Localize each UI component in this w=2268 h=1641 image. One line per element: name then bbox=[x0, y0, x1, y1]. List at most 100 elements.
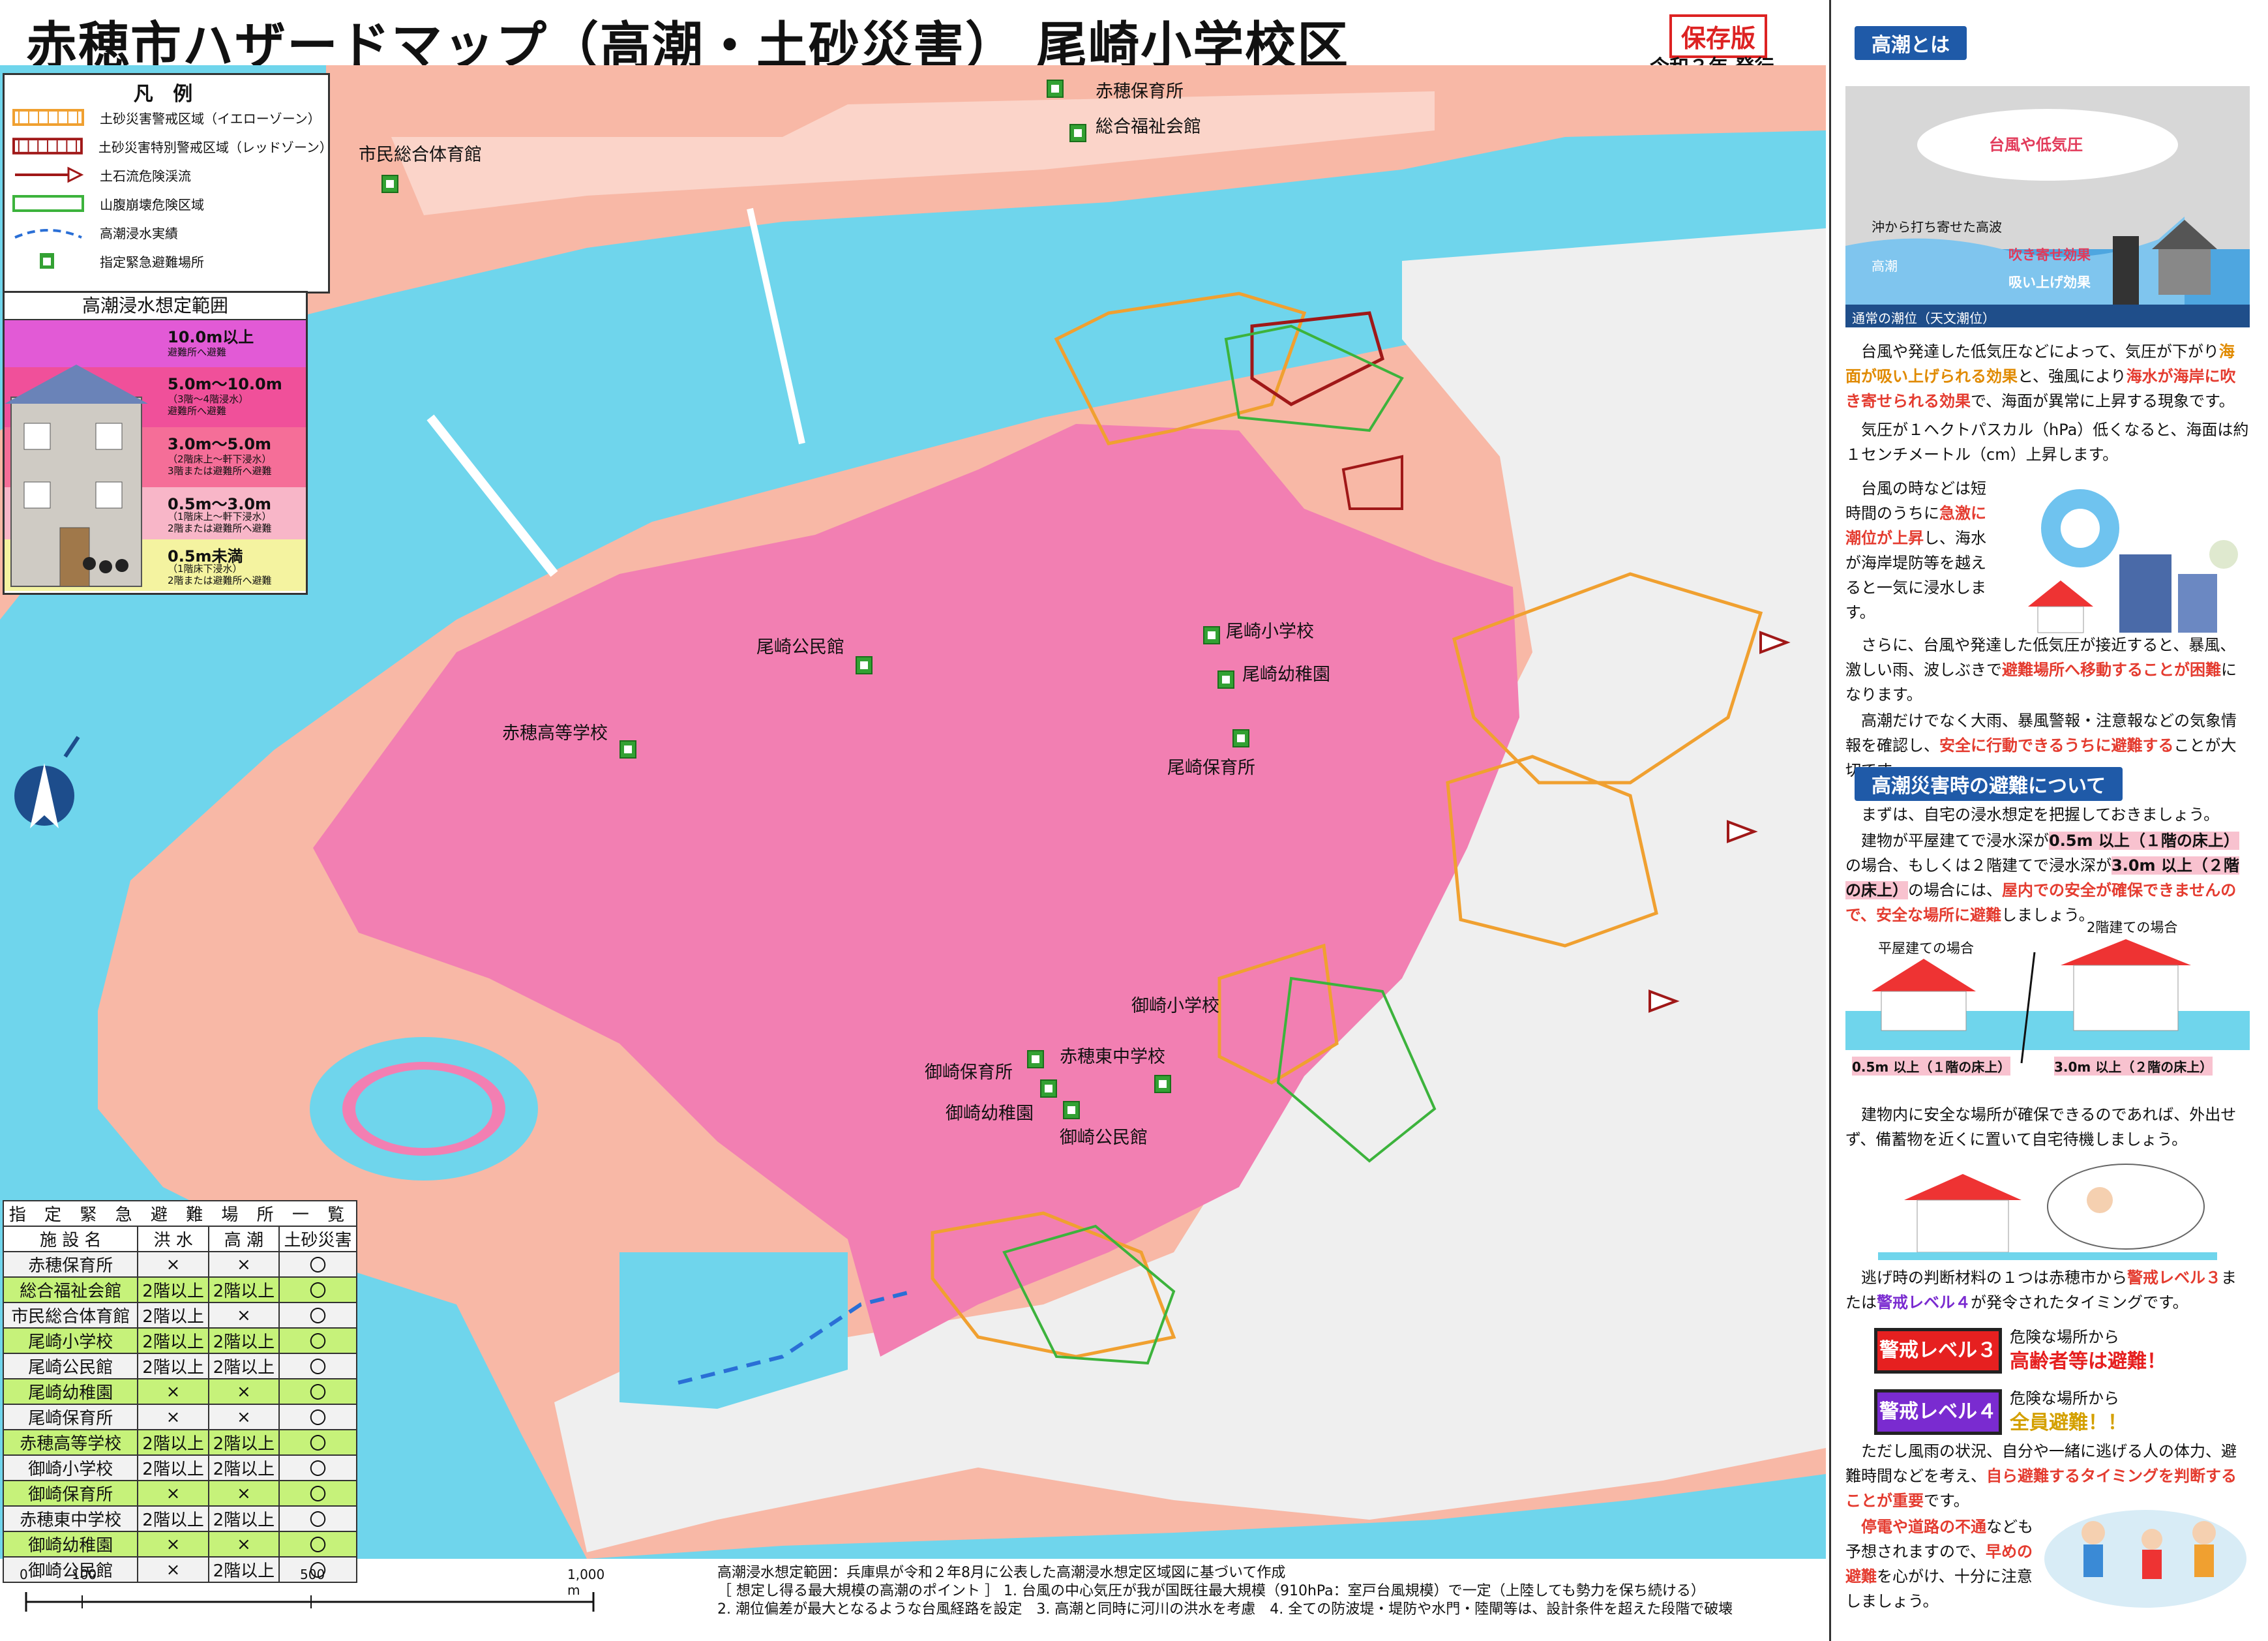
paragraph-pressure: 気圧が１ヘクトパスカル（hPa）低くなると、海面は約１センチメートル（cm）上昇… bbox=[1845, 421, 2249, 464]
col-flood: 洪 水 bbox=[137, 1226, 209, 1252]
cell-flood: 2階以上 bbox=[137, 1429, 209, 1456]
cell-name: 総合福祉会館 bbox=[2, 1276, 139, 1303]
cell-name: 赤穂東中学校 bbox=[2, 1505, 139, 1532]
cell-surge: × bbox=[207, 1378, 280, 1405]
cell-landslide: 〇 bbox=[278, 1505, 357, 1532]
cell-name: 市民総合体育館 bbox=[2, 1302, 139, 1329]
shelter-icon bbox=[619, 740, 636, 759]
label-ako-nursery: 赤穂保育所 bbox=[1096, 82, 1184, 102]
cell-flood: × bbox=[137, 1480, 209, 1507]
cell-name: 尾崎保育所 bbox=[2, 1404, 139, 1430]
shelter-icon bbox=[1040, 1079, 1057, 1098]
col-facility: 施 設 名 bbox=[2, 1226, 139, 1252]
table-row: 御崎小学校 2階以上 2階以上〇 bbox=[2, 1454, 357, 1481]
alert-level-3-l1: 危険な場所から bbox=[2010, 1328, 2119, 1346]
cell-name: 尾崎公民館 bbox=[2, 1353, 139, 1379]
cell-surge: × bbox=[207, 1480, 280, 1507]
cell-flood: 2階以上 bbox=[137, 1353, 209, 1379]
paragraph-know-depth: まずは、自宅の浸水想定を把握しておきましょう。 bbox=[1861, 805, 2220, 824]
label-ozaki-kindergarten: 尾崎幼稚園 bbox=[1242, 665, 1330, 685]
cell-flood: × bbox=[137, 1251, 209, 1278]
typhoon-illustration bbox=[2028, 489, 2238, 633]
note-line: 高潮浸水想定範囲：兵庫県が令和２年8月に公表した高潮浸水想定区域図に基づいて作成 bbox=[717, 1565, 1286, 1581]
shelter-icon bbox=[1047, 80, 1064, 98]
cell-flood: × bbox=[137, 1404, 209, 1430]
cell-name: 御崎幼稚園 bbox=[2, 1531, 139, 1558]
panel-divider bbox=[1829, 0, 1831, 1641]
inundation-title: 高潮浸水想定範囲 bbox=[5, 293, 306, 320]
cell-landslide: 〇 bbox=[278, 1378, 357, 1405]
cell-surge: × bbox=[207, 1531, 280, 1558]
cell-flood: 2階以上 bbox=[137, 1505, 209, 1532]
table-row: 尾崎保育所 × × 〇 bbox=[2, 1404, 357, 1430]
shelter-table: 指 定 緊 急 避 難 場 所 一 覧 施 設 名 洪 水 高 潮 土砂災害 赤… bbox=[2, 1200, 357, 1583]
legend-item-debris-flow: 土石流危険渓流 bbox=[12, 162, 191, 187]
cell-flood: 2階以上 bbox=[137, 1302, 209, 1329]
table-row: 尾崎公民館 2階以上 2階以上〇 bbox=[2, 1353, 357, 1379]
cell-surge: 2階以上 bbox=[207, 1454, 280, 1481]
label-ako-high: 赤穂高等学校 bbox=[502, 723, 608, 744]
paragraph-alert-levels: 逃げ時の判断材料の１つは赤穂市から警戒レベル３または警戒レベル４が発令されたタイ… bbox=[1845, 1269, 2237, 1312]
legend-item-yellow-zone: 土砂災害警戒区域（イエローゾーン） bbox=[12, 105, 321, 130]
table-row: 尾崎小学校 2階以上 2階以上〇 bbox=[2, 1327, 357, 1354]
scale-bar: 0 100 500 1,000 m bbox=[20, 1563, 606, 1634]
shelter-table-title: 指 定 緊 急 避 難 場 所 一 覧 bbox=[3, 1200, 357, 1227]
paragraph-evacuation-difficult: さらに、台風や発達した低気圧が接近すると、暴風、激しい雨、波しぶきで避難場所へ移… bbox=[1845, 636, 2237, 704]
label-ako-east-junior: 赤穂東中学校 bbox=[1060, 1047, 1165, 1067]
shelter-icon bbox=[1027, 1050, 1044, 1068]
scale-tick-100: 100 bbox=[72, 1567, 97, 1582]
cell-surge: × bbox=[207, 1302, 280, 1329]
alert-level-4-badge: 警戒レベル４ bbox=[1874, 1389, 2002, 1435]
paragraph-depth-criteria: 建物が平屋建てで浸水深が0.5m 以上（１階の床上）の場合、もしくは２階建てで浸… bbox=[1845, 832, 2239, 924]
heading-evacuation: 高潮災害時の避難について bbox=[1855, 767, 2123, 801]
cell-landslide: 〇 bbox=[278, 1353, 357, 1379]
shelter-icon bbox=[1069, 124, 1086, 142]
shelter-icon bbox=[1232, 729, 1249, 747]
table-row: 御崎保育所 × × 〇 bbox=[2, 1480, 357, 1507]
shelter-icon bbox=[1217, 670, 1234, 689]
note-line: ［ 想定し得る最大規模の高潮のポイント ］ 1. 台風の中心気圧が我が国既往最大… bbox=[717, 1583, 1705, 1599]
cell-name: 赤穂高等学校 bbox=[2, 1429, 139, 1456]
shelter-icon bbox=[1203, 626, 1220, 644]
table-row: 赤穂高等学校 2階以上 2階以上〇 bbox=[2, 1429, 357, 1456]
paragraph-surge-definition: 台風や発達した低気圧などによって、気圧が下がり海面が吸い上げられる効果と、強風に… bbox=[1845, 342, 2236, 410]
house-icon bbox=[5, 365, 148, 587]
table-row: 赤穂保育所 × × 〇 bbox=[2, 1251, 357, 1278]
cell-name: 赤穂保育所 bbox=[2, 1251, 139, 1278]
cell-landslide: 〇 bbox=[278, 1429, 357, 1456]
cell-name: 尾崎小学校 bbox=[2, 1327, 139, 1354]
heading-what-is-surge: 高潮とは bbox=[1855, 26, 1967, 60]
paragraph-early-evacuation: 停電や道路の不通なども予想されますので、早めの避難を心がけ、十分に注意しましょう… bbox=[1845, 1518, 2033, 1610]
scale-tick-1000: 1,000 m bbox=[567, 1567, 605, 1598]
alert-level-3-l2: 高齢者等は避難！ bbox=[2010, 1350, 2166, 1373]
scale-tick-500: 500 bbox=[300, 1567, 325, 1582]
legend-item-red-zone: 土砂災害特別警戒区域（レッドゾーン） bbox=[12, 134, 333, 158]
cell-flood: 2階以上 bbox=[137, 1276, 209, 1303]
cell-surge: 2階以上 bbox=[207, 1429, 280, 1456]
alert-level-3-badge: 警戒レベル３ bbox=[1874, 1328, 2002, 1374]
alert-level-4-l1: 危険な場所から bbox=[2010, 1389, 2119, 1408]
paragraph-stay-home: 建物内に安全な場所が確保できるのであれば、外出せず、備蓄物を近くに置いて自宅待機… bbox=[1845, 1106, 2237, 1149]
cell-name: 尾崎幼稚園 bbox=[2, 1378, 139, 1405]
label-misaki-community: 御崎公民館 bbox=[1060, 1128, 1148, 1148]
scale-tick-0: 0 bbox=[20, 1567, 28, 1582]
house-depth-diagram: 平屋建ての場合 2階建ての場合 0.5m 以上（１階の床上） 3.0m 以上（２… bbox=[1845, 920, 2250, 1089]
stay-home-illustration bbox=[1878, 1164, 2217, 1260]
cell-surge: × bbox=[207, 1251, 280, 1278]
cell-landslide: 〇 bbox=[278, 1327, 357, 1354]
legend-title: 凡 例 bbox=[133, 83, 200, 106]
label-misaki-kindergarten: 御崎幼稚園 bbox=[946, 1104, 1034, 1124]
cell-landslide: 〇 bbox=[278, 1531, 357, 1558]
label-ozaki-community: 尾崎公民館 bbox=[756, 637, 844, 657]
cell-flood: 2階以上 bbox=[137, 1454, 209, 1481]
legend: 凡 例 土砂災害警戒区域（イエローゾーン） 土砂災害特別警戒区域（レッドゾーン）… bbox=[3, 73, 333, 294]
table-row: 御崎幼稚園 × × 〇 bbox=[2, 1531, 357, 1558]
footnotes: 高潮浸水想定範囲：兵庫県が令和２年8月に公表した高潮浸水想定区域図に基づいて作成… bbox=[717, 1564, 1826, 1619]
legend-item-shelter: 指定緊急避難場所 bbox=[12, 248, 204, 273]
legend-item-surge-record: 高潮浸水実績 bbox=[12, 220, 178, 245]
legend-item-slope-collapse: 山腹崩壊危険区域 bbox=[12, 191, 204, 216]
shelter-icon bbox=[1154, 1075, 1171, 1093]
cell-surge: 2階以上 bbox=[207, 1505, 280, 1532]
cell-flood: × bbox=[137, 1378, 209, 1405]
label-misaki-elementary: 御崎小学校 bbox=[1131, 996, 1219, 1016]
